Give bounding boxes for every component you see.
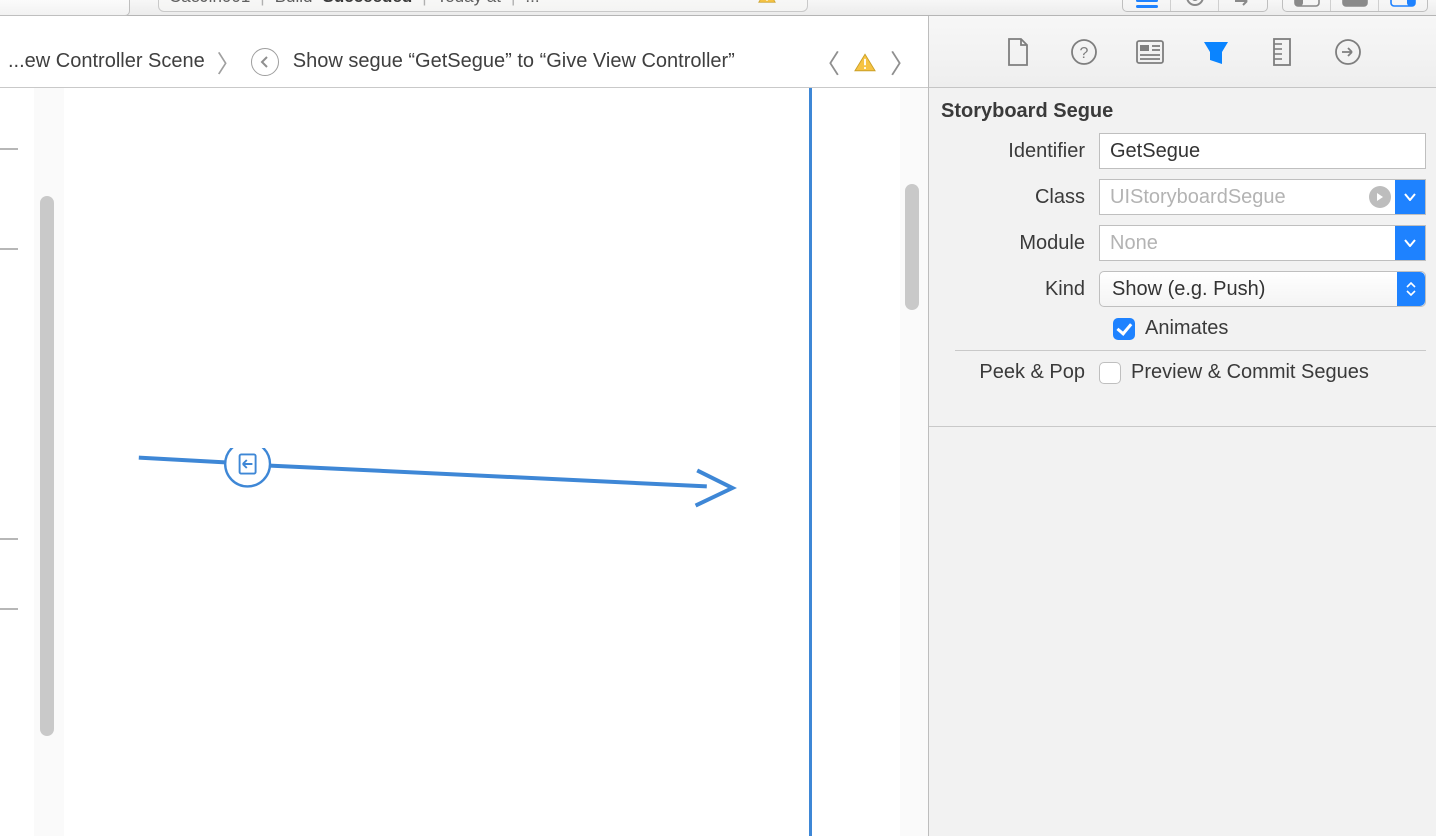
destination-view-frame[interactable] (64, 88, 812, 836)
peek-pop-label: Peek & Pop (939, 361, 1099, 384)
identity-icon (1135, 39, 1165, 65)
scheme-device-popup[interactable] (0, 0, 130, 16)
class-placeholder: UIStoryboardSegue (1110, 186, 1286, 209)
debug-panel-icon (1342, 0, 1368, 7)
status-project: CaoJin001 (169, 0, 250, 7)
file-icon (1005, 37, 1031, 67)
file-inspector-tab[interactable] (1001, 35, 1035, 69)
status-build-result: Succeeded (323, 0, 413, 7)
row-kind: Kind Show (e.g. Push) (939, 271, 1426, 307)
animates-checkbox[interactable] (1113, 318, 1135, 340)
module-combobox[interactable]: None (1099, 225, 1426, 261)
identifier-label: Identifier (939, 140, 1099, 163)
row-module: Module None (939, 225, 1426, 261)
kind-popup-arrows (1397, 272, 1425, 306)
ruler-icon (1271, 37, 1293, 67)
module-placeholder: None (1110, 232, 1158, 255)
class-combobox[interactable]: UIStoryboardSegue (1099, 179, 1426, 215)
kind-popup[interactable]: Show (e.g. Push) (1099, 271, 1426, 307)
module-label: Module (939, 232, 1099, 255)
section-divider (955, 350, 1426, 351)
connections-icon (1333, 37, 1363, 67)
canvas-left-edge (0, 88, 22, 836)
connections-inspector-tab[interactable] (1331, 35, 1365, 69)
kind-label: Kind (939, 278, 1099, 301)
identity-inspector-tab[interactable] (1133, 35, 1167, 69)
section-title: Storyboard Segue (929, 88, 1436, 133)
class-navigate-icon[interactable] (1369, 186, 1391, 208)
jump-previous-button[interactable]: 〈 (810, 44, 844, 81)
jump-bar[interactable]: ...ew Controller Scene 〉 Show segue “Get… (0, 36, 928, 88)
status-build-word: Build (275, 0, 313, 7)
class-label: Class (939, 186, 1099, 209)
status-time2: ... (525, 0, 539, 7)
version-editor-icon (1231, 0, 1255, 7)
xcode-toolbar: CaoJin001 | Build Succeeded | Today at |… (0, 0, 1436, 16)
chevron-right-icon: 〉 (213, 44, 245, 79)
animates-label: Animates (1145, 317, 1228, 340)
assistant-editor-icon (1183, 0, 1207, 9)
panel-visibility-segment (1282, 0, 1428, 12)
warning-icon[interactable] (854, 53, 876, 72)
peek-pop-checkbox[interactable] (1099, 362, 1121, 384)
size-inspector-tab[interactable] (1265, 35, 1299, 69)
jump-crumb-scene[interactable]: ...ew Controller Scene (0, 50, 213, 73)
jump-bar-right: 〈 〉 (810, 36, 920, 88)
help-icon: ? (1069, 37, 1099, 67)
version-editor-button[interactable] (1219, 0, 1267, 11)
row-identifier: Identifier (939, 133, 1426, 169)
class-dropdown-button[interactable] (1395, 180, 1425, 214)
row-class: Class UIStoryboardSegue (939, 179, 1426, 215)
row-peek-pop: Peek & Pop Preview & Commit Segues (939, 361, 1426, 384)
row-animates: Animates (939, 317, 1426, 340)
jump-crumb-segue[interactable]: Show segue “GetSegue” to “Give View Cont… (285, 50, 743, 73)
storyboard-canvas[interactable] (0, 88, 928, 836)
segue-attributes-form: Identifier Class UIStoryboardSegue (929, 133, 1436, 408)
status-time: Today at (437, 0, 501, 7)
kind-value: Show (e.g. Push) (1112, 278, 1265, 301)
toggle-utilities-button[interactable] (1379, 0, 1427, 11)
outline-scroll-thumb[interactable] (40, 196, 54, 736)
status-sep-3: | (511, 0, 515, 7)
toggle-navigator-button[interactable] (1283, 0, 1331, 11)
attributes-inspector-tab[interactable] (1199, 35, 1233, 69)
quick-help-tab[interactable]: ? (1067, 35, 1101, 69)
status-sep-2: | (422, 0, 426, 7)
identifier-input[interactable] (1099, 133, 1426, 169)
inspector-tab-bar: ? (929, 16, 1436, 88)
status-warning-count: ... (782, 0, 795, 4)
standard-editor-icon (1136, 0, 1158, 8)
standard-editor-button[interactable] (1123, 0, 1171, 11)
assistant-editor-button[interactable] (1171, 0, 1219, 11)
inspector-empty-area (929, 426, 1436, 836)
module-dropdown-button[interactable] (1395, 226, 1425, 260)
editor-mode-segment (1122, 0, 1268, 12)
peek-pop-checkbox-label: Preview & Commit Segues (1131, 361, 1369, 384)
status-sep-1: | (260, 0, 264, 7)
utilities-panel-icon (1390, 0, 1416, 7)
canvas-scroll-thumb[interactable] (905, 184, 919, 310)
toggle-debug-button[interactable] (1331, 0, 1379, 11)
back-history-icon[interactable] (251, 48, 279, 76)
status-warning-badge[interactable]: ... (758, 0, 795, 4)
toolbar-right-cluster (1122, 0, 1428, 12)
jump-next-button[interactable]: 〉 (886, 44, 920, 81)
warning-icon (758, 0, 776, 3)
utilities-inspector: ? Storyboard Segue Identifier Class UISt… (928, 16, 1436, 836)
svg-text:?: ? (1079, 45, 1088, 62)
attributes-icon (1200, 36, 1232, 68)
activity-status-bar[interactable]: CaoJin001 | Build Succeeded | Today at |… (158, 0, 808, 12)
navigator-panel-icon (1294, 0, 1320, 7)
